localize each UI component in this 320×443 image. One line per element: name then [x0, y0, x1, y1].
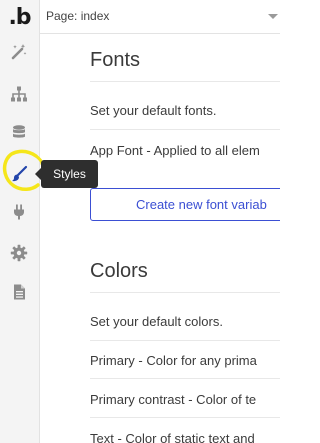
document-icon: [14, 284, 25, 300]
divider: [90, 340, 280, 341]
sidebar-item-settings[interactable]: [8, 242, 30, 264]
magic-wand-icon: [11, 44, 27, 60]
sidebar-item-styles[interactable]: [8, 163, 30, 185]
app-font-label: App Font - Applied to all elem: [90, 143, 260, 158]
create-font-variable-button[interactable]: Create new font variab: [90, 188, 280, 221]
divider: [90, 129, 280, 130]
page-selector-dropdown[interactable]: Page: index: [46, 5, 278, 27]
gear-icon: [10, 244, 28, 262]
logo-text: .b: [8, 4, 31, 30]
bubble-logo[interactable]: .b: [0, 0, 39, 34]
sidebar-item-logs[interactable]: [8, 281, 30, 303]
tooltip-text: Styles: [53, 167, 86, 181]
sidebar-item-plugins[interactable]: [8, 201, 30, 223]
colors-section-title: Colors: [90, 260, 148, 282]
divider: [90, 292, 280, 293]
page-selector-value: Page: index: [46, 9, 110, 23]
fonts-section-title: Fonts: [90, 49, 141, 71]
text-color-label: Text - Color of static text and: [90, 431, 255, 443]
sidebar-item-data[interactable]: [8, 122, 30, 144]
divider: [90, 417, 280, 418]
sidebar-item-workflow[interactable]: [8, 83, 30, 105]
top-bar: Page: index: [40, 0, 280, 34]
divider: [90, 378, 280, 379]
chevron-down-icon: [268, 14, 278, 19]
sitemap-icon: [11, 86, 27, 102]
colors-description: Set your default colors.: [90, 314, 223, 329]
paintbrush-icon: [12, 165, 28, 182]
primary-color-label: Primary - Color for any prima: [90, 353, 257, 368]
plug-icon: [14, 204, 24, 220]
divider: [90, 81, 280, 82]
left-icon-rail: .b: [0, 0, 40, 443]
primary-contrast-color-label: Primary contrast - Color of te: [90, 392, 257, 407]
styles-tooltip: Styles: [35, 160, 98, 188]
fonts-description: Set your default fonts.: [90, 103, 217, 118]
sidebar-item-design[interactable]: [8, 41, 30, 63]
styles-main-panel: Fonts Set your default fonts. App Font -…: [40, 34, 280, 443]
database-icon: [13, 125, 25, 138]
